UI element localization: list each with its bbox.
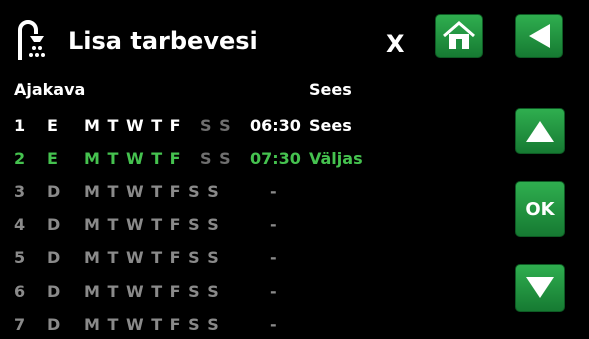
schedule-row-selected[interactable]: 2 E M T W T F S S 07:30 Väljas [0,149,505,173]
schedule-row[interactable]: 3 D M T W T F S S - [0,182,505,206]
row-number: 5 [14,248,26,267]
row-active-days: M T W T F [84,116,182,135]
up-arrow-icon [526,121,554,142]
schedule-row[interactable]: 6 D M T W T F S S - [0,282,505,306]
row-number: 1 [14,116,26,135]
row-mode: D [47,182,61,201]
row-time: - [270,182,277,201]
schedule-column-header: Ajakava [14,80,86,99]
page-title: Lisa tarbevesi [68,27,258,55]
row-off-days: S S [200,116,232,135]
row-status: Väljas [309,149,363,168]
row-mode: D [47,282,61,301]
row-mode: D [47,215,61,234]
row-time: - [270,215,277,234]
back-button[interactable] [515,14,563,58]
schedule-row[interactable]: 7 D M T W T F S S - [0,315,505,339]
row-time: - [270,248,277,267]
row-number: 3 [14,182,26,201]
row-days: M T W T F S S [84,248,220,267]
row-number: 2 [14,149,26,168]
row-mode: E [47,116,58,135]
row-days: M T W T F S S [84,315,220,334]
row-number: 7 [14,315,26,334]
home-button[interactable] [435,14,483,58]
scroll-up-button[interactable] [515,108,565,154]
row-mode: D [47,248,61,267]
row-days: M T W T F S S [84,182,220,201]
row-mode: D [47,315,61,334]
schedule-row[interactable]: 1 E M T W T F S S 06:30 Sees [0,116,505,140]
row-active-days: M T W T F [84,149,182,168]
down-arrow-icon [526,277,554,298]
row-mode: E [47,149,58,168]
shower-icon [18,20,45,60]
status-column-header: Sees [309,80,352,99]
row-off-days: S S [200,149,232,168]
close-button[interactable]: X [386,30,405,58]
row-days: M T W T F S S [84,215,220,234]
row-status: Sees [309,116,352,135]
row-time: 06:30 [250,116,301,135]
row-time: - [270,315,277,334]
row-number: 6 [14,282,26,301]
back-arrow-icon [529,24,550,48]
row-number: 4 [14,215,26,234]
row-time: 07:30 [250,149,301,168]
home-icon [443,21,475,49]
schedule-row[interactable]: 5 D M T W T F S S - [0,248,505,272]
row-days: M T W T F S S [84,282,220,301]
row-time: - [270,282,277,301]
ok-button[interactable]: OK [515,181,565,237]
scroll-down-button[interactable] [515,264,565,312]
schedule-row[interactable]: 4 D M T W T F S S - [0,215,505,239]
